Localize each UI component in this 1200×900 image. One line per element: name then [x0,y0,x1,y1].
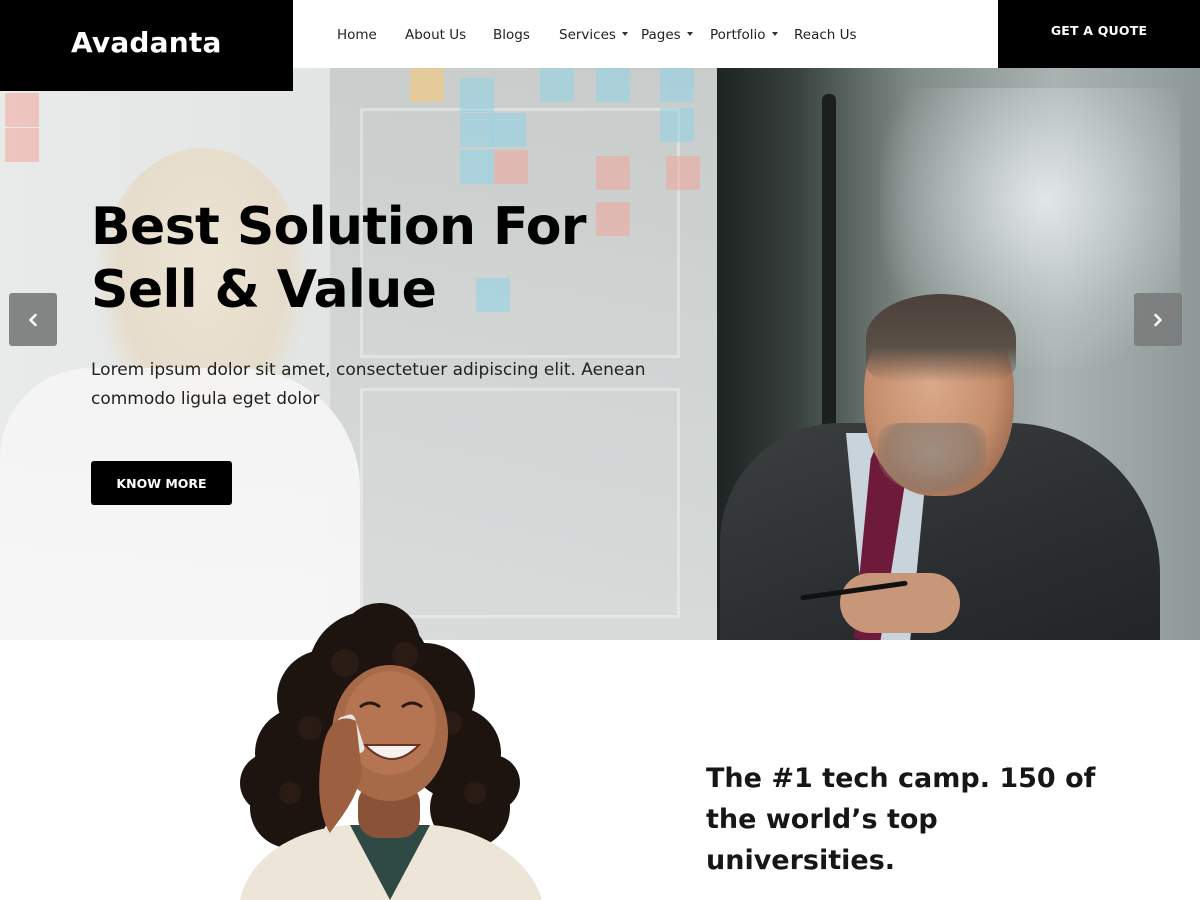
sticky-note [5,128,39,162]
sticky-note [596,156,630,190]
nav-item-services[interactable]: Services [559,27,628,43]
sticky-note [492,113,526,147]
hero-description: Lorem ipsum dolor sit amet, consectetuer… [91,356,691,414]
hero-description-line: commodo ligula eget dolor [91,389,320,409]
slider-next-button[interactable] [1134,293,1182,346]
sticky-note [5,93,39,127]
nav-item-label: Portfolio [710,27,766,43]
nav-item-label: Blogs [493,27,530,43]
sticky-note [666,156,700,190]
chevron-down-icon [621,32,628,36]
sticky-note [410,68,444,102]
know-more-label: KNOW MORE [116,475,207,491]
about-heading-line: The #1 tech camp. 150 of [706,763,1096,794]
hero-title: Best Solution For Sell & Value [91,196,691,322]
hero-title-line: Sell & Value [91,260,437,320]
nav-item-blogs[interactable]: Blogs [493,27,530,43]
sticky-note [460,150,494,184]
sticky-note [460,113,494,147]
nav-item-label: About Us [405,27,467,43]
hero-slider [0,68,1200,640]
sticky-note [660,108,694,142]
businessman-beard [878,423,986,493]
sticky-note [494,150,528,184]
chevron-right-icon [1154,313,1162,326]
nav-item-reach-us[interactable]: Reach Us [794,27,857,43]
nav-item-label: Pages [641,27,681,43]
slider-prev-button[interactable] [9,293,57,346]
logo[interactable]: Avadanta [0,0,293,91]
chevron-down-icon [771,32,778,36]
nav-item-about-us[interactable]: About Us [405,27,466,43]
sticky-note [660,68,694,102]
about-heading-line: universities. [706,845,896,876]
about-heading-line: the world’s top [706,804,938,835]
chevron-down-icon [686,32,693,36]
businessman-hair [866,294,1016,382]
get-a-quote-label: GET A QUOTE [1050,22,1148,38]
hero-description-line: Lorem ipsum dolor sit amet, consectetuer… [91,360,646,380]
sticky-note [540,68,574,102]
about-heading: The #1 tech camp. 150 of the world’s top… [706,758,1106,881]
chevron-left-icon [29,313,37,326]
get-a-quote-button[interactable]: GET A QUOTE [998,0,1200,68]
woman-on-phone-image [240,603,542,900]
sticky-note [460,78,494,112]
wall-molding [360,388,680,618]
know-more-button[interactable]: KNOW MORE [91,461,232,505]
nav-item-label: Services [559,27,616,43]
nav-item-label: Home [337,27,377,43]
hero-title-line: Best Solution For [91,197,587,257]
sticky-note [596,68,630,102]
main-nav: Home About Us Blogs Services Pages Portf… [293,0,998,68]
nav-item-pages[interactable]: Pages [641,27,693,43]
nav-item-home[interactable]: Home [337,27,377,43]
logo-text: Avadanta [71,26,222,59]
nav-item-portfolio[interactable]: Portfolio [710,27,778,43]
nav-item-label: Reach Us [794,27,857,43]
